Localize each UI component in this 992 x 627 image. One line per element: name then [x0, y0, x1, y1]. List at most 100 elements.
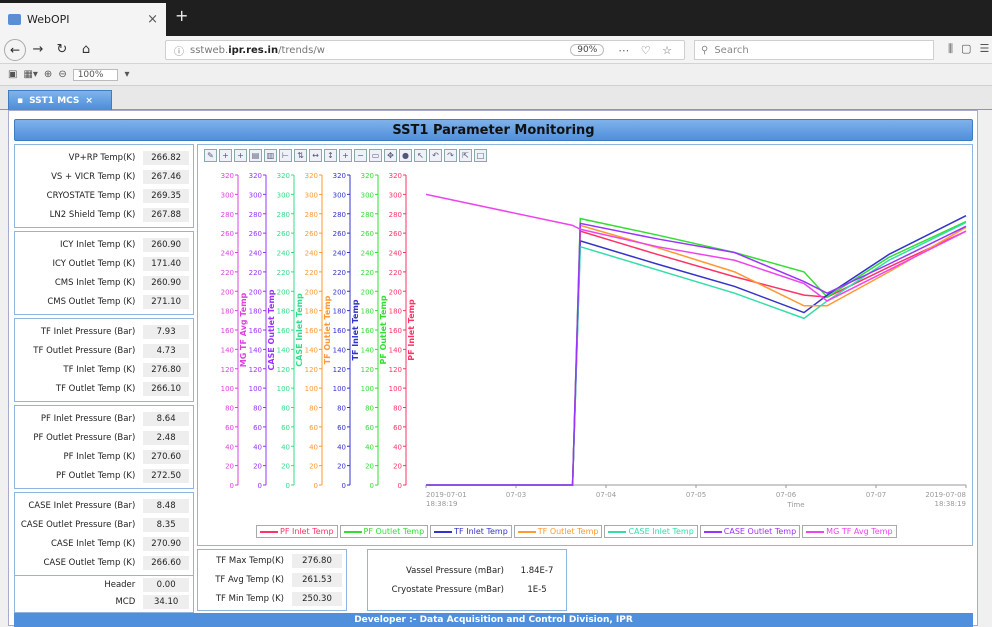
zoom-out-chart-icon[interactable]: −: [354, 149, 367, 162]
param-label: TF Outlet Temp (K): [55, 384, 136, 394]
param-value: 8.48: [143, 499, 189, 513]
stop-icon[interactable]: ●: [399, 149, 412, 162]
y-tick-label: 220: [333, 269, 346, 277]
layout-icon[interactable]: ▣: [8, 69, 17, 80]
pan-icon[interactable]: ✥: [384, 149, 397, 162]
y-tick-label: 300: [361, 191, 374, 199]
toolbar-icon[interactable]: ▥: [264, 149, 277, 162]
y-tick-label: 280: [361, 211, 374, 219]
param-row: TF Inlet Pressure (Bar) 7.93: [19, 324, 189, 340]
forward-icon[interactable]: →: [26, 42, 50, 57]
param-label: TF Outlet Pressure (Bar): [33, 346, 136, 356]
summary-row: Cryostate Pressure (mBar) 1E-5: [372, 582, 562, 598]
vertical-zoom-icon[interactable]: ↕: [324, 149, 337, 162]
legend-icon[interactable]: ▤: [249, 149, 262, 162]
param-value: 7.93: [143, 325, 189, 339]
legend-label: PF Outlet Temp: [363, 527, 425, 536]
x-tick-label: 18:38:19: [935, 500, 966, 508]
horizontal-zoom-icon[interactable]: ↔: [309, 149, 322, 162]
y-tick-label: 0: [370, 482, 374, 490]
param-value: 8.64: [143, 412, 189, 426]
summary-row: TF Avg Temp (K) 261.53: [202, 572, 342, 588]
dropdown-icon[interactable]: ▾: [124, 69, 129, 80]
tab-sst1-mcs[interactable]: ▪ SST1 MCS ×: [8, 90, 112, 110]
opi-toolbar: ▣ ▦▾ ⊕ ⊖ 100% ▾: [0, 64, 992, 86]
chart-legend: PF Inlet Temp PF Outlet Temp TF Inlet Temp…: [256, 525, 897, 539]
rubberband-zoom-icon[interactable]: ▭: [369, 149, 382, 162]
x-tick-label: 07-04: [596, 491, 617, 499]
page-actions-icon[interactable]: ⋯ ♡ ☆: [618, 44, 676, 57]
x-axis-label: Time: [786, 501, 804, 509]
config-icon[interactable]: ✎: [204, 149, 217, 162]
param-row: VS + VICR Temp (K) 267.46: [19, 169, 189, 185]
y-tick-label: 100: [249, 385, 262, 393]
axis-icon[interactable]: ⊢: [279, 149, 292, 162]
y-tick-label: 60: [225, 424, 234, 432]
snapshot-icon[interactable]: □: [474, 149, 487, 162]
y-tick-label: 40: [281, 443, 290, 451]
param-value: 276.80: [143, 363, 189, 377]
stagger-icon[interactable]: ⇅: [294, 149, 307, 162]
param-value: 8.35: [143, 518, 189, 532]
legend-label: CASE Inlet Temp: [628, 527, 694, 536]
param-label: CMS Outlet Temp (K): [47, 297, 136, 307]
close-icon[interactable]: ×: [85, 96, 93, 106]
y-axis-label: CASE Inlet Temp: [295, 293, 304, 367]
address-bar[interactable]: ⓘ sstweb.ipr.res.in/trends/w 90% ⋯ ♡ ☆: [165, 40, 685, 60]
legend-swatch: [260, 530, 278, 533]
library-icon[interactable]: ⫼▢☰: [948, 42, 992, 56]
y-tick-label: 240: [305, 250, 318, 258]
y-tick-label: 240: [221, 250, 234, 258]
export-icon[interactable]: ⇱: [459, 149, 472, 162]
pointer-icon[interactable]: ↖: [414, 149, 427, 162]
case-group: CASE Inlet Pressure (Bar) 8.48 CASE Outlet…: [14, 492, 194, 576]
param-value: 4.73: [143, 344, 189, 358]
y-tick-label: 260: [305, 230, 318, 238]
legend-entry: CASE Outlet Temp: [699, 525, 801, 538]
y-tick-label: 180: [305, 308, 318, 316]
search-input[interactable]: ⚲ Search: [694, 40, 934, 60]
add-trace-icon[interactable]: +: [234, 149, 247, 162]
legend-label: TF Outlet Temp: [537, 527, 599, 536]
zoom-out-icon[interactable]: ⊖: [58, 69, 66, 80]
param-label: CASE Inlet Temp (K): [50, 539, 136, 549]
y-tick-label: 320: [249, 172, 262, 180]
y-tick-label: 280: [333, 211, 346, 219]
zoom-in-icon[interactable]: ⊕: [44, 69, 52, 80]
y-tick-label: 320: [305, 172, 318, 180]
y-tick-label: 160: [221, 327, 234, 335]
y-tick-label: 60: [365, 424, 374, 432]
y-tick-label: 80: [281, 405, 290, 413]
param-value: 270.60: [143, 450, 189, 464]
info-icon[interactable]: ⓘ: [174, 43, 184, 58]
summary-label: TF Avg Temp (K): [215, 575, 284, 585]
browser-tab[interactable]: WebOPI ×: [0, 3, 166, 36]
zoom-select[interactable]: 100%: [72, 68, 119, 81]
x-tick-label: 2019-07-01: [426, 491, 467, 499]
summary-value: 276.80: [292, 554, 342, 568]
legend-entry: PF Inlet Temp: [256, 525, 338, 538]
zoom-indicator[interactable]: 90%: [570, 44, 605, 56]
undo-icon[interactable]: ↶: [429, 149, 442, 162]
back-icon[interactable]: ←: [4, 38, 26, 61]
y-tick-label: 140: [333, 346, 346, 354]
redo-icon[interactable]: ↷: [444, 149, 457, 162]
zoom-in-chart-icon[interactable]: +: [339, 149, 352, 162]
y-tick-label: 320: [277, 172, 290, 180]
image-icon[interactable]: ▦▾: [23, 69, 37, 80]
footer: Developer :- Data Acquisition and Contro…: [14, 613, 973, 627]
reload-icon[interactable]: ↻: [50, 42, 74, 57]
close-tab-icon[interactable]: ×: [147, 12, 158, 27]
y-tick-label: 280: [249, 211, 262, 219]
param-label: TF Inlet Temp (K): [63, 365, 136, 375]
chart-toolbar: ✎ + + ▤ ▥ ⊢ ⇅ ↔ ↕ + − ▭ ✥ ● ↖ ↶ ↷ ⇱ □: [204, 149, 487, 165]
add-axis-icon[interactable]: +: [219, 149, 232, 162]
param-row: CMS Outlet Temp (K) 271.10: [19, 294, 189, 310]
y-tick-label: 240: [277, 250, 290, 258]
legend-swatch: [343, 530, 362, 533]
tf-summary-panel: TF Max Temp(K) 276.80 TF Avg Temp (K) 261.5…: [197, 549, 347, 611]
param-row: CASE Inlet Pressure (Bar) 8.48: [19, 498, 189, 514]
new-tab-icon[interactable]: +: [175, 6, 188, 25]
y-tick-label: 120: [361, 366, 374, 374]
home-icon[interactable]: ⌂: [74, 42, 98, 57]
